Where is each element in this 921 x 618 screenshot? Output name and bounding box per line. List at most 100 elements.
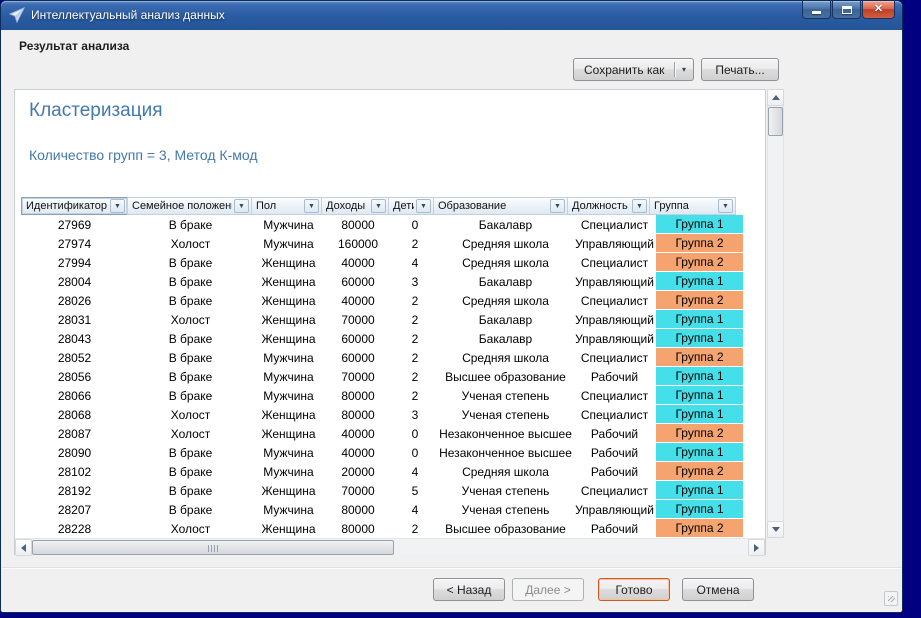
table-cell: В браке <box>128 272 253 291</box>
table-row[interactable]: 28207В бракеМужчина800004Ученая степеньУ… <box>21 500 743 519</box>
table-cell: 80000 <box>324 500 392 519</box>
table-cell: Мужчина <box>253 386 324 405</box>
table-cell: Женщина <box>253 329 324 348</box>
column-header-6[interactable]: Образование▼ <box>433 197 568 215</box>
table-cell: 40000 <box>324 253 392 272</box>
save-as-label: Сохранить как <box>584 63 664 77</box>
table-row[interactable]: 27974ХолостМужчина1600002Средняя школаУп… <box>21 234 743 253</box>
horizontal-scrollbar[interactable] <box>15 538 765 555</box>
window-controls: ✕ <box>802 1 895 19</box>
table-cell: В браке <box>128 253 253 272</box>
down-arrow-icon <box>772 527 780 532</box>
print-button[interactable]: Печать... <box>701 58 779 81</box>
button-divider <box>674 62 675 77</box>
table-cell: 60000 <box>324 329 392 348</box>
table-cell: 27974 <box>21 234 128 253</box>
column-header-4[interactable]: Доходы▼ <box>321 197 389 215</box>
filter-dropdown-button[interactable]: ▼ <box>550 199 565 213</box>
table-cell: 80000 <box>324 215 392 234</box>
table-cell: Мужчина <box>253 462 324 481</box>
column-header-label: Группа <box>654 200 689 212</box>
table-cell: 70000 <box>324 367 392 386</box>
table-cell: Специалист <box>573 405 656 424</box>
filter-dropdown-button[interactable]: ▼ <box>371 199 386 213</box>
group-cell: Группа 1 <box>656 386 743 405</box>
close-icon: ✕ <box>874 1 883 18</box>
table-row[interactable]: 28087ХолостЖенщина400000Незаконченное вы… <box>21 424 743 443</box>
table-cell: 40000 <box>324 424 392 443</box>
table-cell: Управляющий <box>573 329 656 348</box>
table-cell: Ученая степень <box>438 405 573 424</box>
table-cell: В браке <box>128 329 253 348</box>
column-header-3[interactable]: Пол▼ <box>251 197 322 215</box>
vertical-scroll-thumb[interactable] <box>768 107 783 136</box>
filter-dropdown-button[interactable]: ▼ <box>632 199 647 213</box>
scroll-down-button[interactable] <box>767 521 784 538</box>
save-as-button[interactable]: Сохранить как ▾ <box>573 58 694 81</box>
table-cell: 0 <box>392 443 438 462</box>
filter-dropdown-button[interactable]: ▼ <box>110 199 125 213</box>
table-row[interactable]: 28192В бракеЖенщина700005Ученая степеньС… <box>21 481 743 500</box>
table-cell: Женщина <box>253 519 324 538</box>
cancel-button[interactable]: Отмена <box>682 578 754 601</box>
horizontal-scroll-thumb[interactable] <box>32 540 394 555</box>
filter-dropdown-button[interactable]: ▼ <box>234 199 249 213</box>
table-row[interactable]: 28066В бракеМужчина800002Ученая степеньС… <box>21 386 743 405</box>
close-button[interactable]: ✕ <box>862 1 895 19</box>
resize-grip[interactable] <box>884 591 898 606</box>
table-cell: 4 <box>392 253 438 272</box>
table-cell: 28004 <box>21 272 128 291</box>
group-cell: Группа 1 <box>656 310 743 329</box>
group-cell: Группа 2 <box>656 234 743 253</box>
table-row[interactable]: 28228ХолостЖенщина800002Высшее образован… <box>21 519 743 538</box>
next-button[interactable]: Далее > <box>512 578 584 601</box>
minimize-button[interactable] <box>802 1 831 19</box>
column-header-label: Должность <box>572 200 628 212</box>
results-panel: Кластеризация Количество групп = 3, Мето… <box>14 89 766 555</box>
table-cell: 28043 <box>21 329 128 348</box>
table-cell: 4 <box>392 462 438 481</box>
column-header-7[interactable]: Должность ▼ <box>567 197 650 215</box>
scroll-up-button[interactable] <box>767 89 784 106</box>
table-cell: В браке <box>128 481 253 500</box>
table-row[interactable]: 28052В бракеМужчина600002Средняя школаСп… <box>21 348 743 367</box>
vertical-scrollbar[interactable] <box>767 89 784 538</box>
table-row[interactable]: 28043В бракеЖенщина600002БакалаврУправля… <box>21 329 743 348</box>
table-cell: Ученая степень <box>438 500 573 519</box>
filter-dropdown-button[interactable]: ▼ <box>304 199 319 213</box>
window-title: Интеллектуальный анализ данных <box>31 1 225 30</box>
table-row[interactable]: 28102В бракеМужчина200004Средняя школаРа… <box>21 462 743 481</box>
table-cell: В браке <box>128 386 253 405</box>
table-row[interactable]: 27969В бракеМужчина800000БакалаврСпециал… <box>21 215 743 234</box>
table-row[interactable]: 28031ХолостЖенщина700002БакалаврУправляю… <box>21 310 743 329</box>
titlebar[interactable]: Интеллектуальный анализ данных ✕ <box>1 1 902 30</box>
table-row[interactable]: 28056В бракеМужчина700002Высшее образова… <box>21 367 743 386</box>
column-header-5[interactable]: Дети▼ <box>388 197 434 215</box>
table-cell: 2 <box>392 386 438 405</box>
filter-dropdown-button[interactable]: ▼ <box>416 199 431 213</box>
table-row[interactable]: 28026В бракеЖенщина400002Средняя школаСп… <box>21 291 743 310</box>
table-cell: Женщина <box>253 253 324 272</box>
right-arrow-icon <box>754 544 759 552</box>
table-cell: 0 <box>392 215 438 234</box>
column-header-8[interactable]: Группа ▼ <box>649 197 736 215</box>
table-row[interactable]: 28004В бракеЖенщина600003БакалаврУправля… <box>21 272 743 291</box>
table-cell: Специалист <box>573 386 656 405</box>
table-cell: 28026 <box>21 291 128 310</box>
scroll-right-button[interactable] <box>748 539 765 556</box>
table-cell: Женщина <box>253 405 324 424</box>
table-row[interactable]: 27994В бракеЖенщина400004Средняя школаСп… <box>21 253 743 272</box>
column-header-label: Идентификатор <box>26 200 107 212</box>
column-header-2[interactable]: Семейное положение▼ <box>127 197 252 215</box>
back-button[interactable]: < Назад <box>433 578 505 601</box>
table-row[interactable]: 28090В бракеМужчина400000Незаконченное в… <box>21 443 743 462</box>
column-header-1[interactable]: Идентификатор▼ <box>21 197 128 215</box>
finish-button[interactable]: Готово <box>598 578 670 601</box>
scroll-left-button[interactable] <box>15 539 32 556</box>
table-cell: Рабочий <box>573 462 656 481</box>
table-cell: Женщина <box>253 310 324 329</box>
filter-dropdown-button[interactable]: ▼ <box>718 199 733 213</box>
table-cell: В браке <box>128 215 253 234</box>
table-row[interactable]: 28068ХолостЖенщина800003Ученая степеньСп… <box>21 405 743 424</box>
maximize-button[interactable] <box>832 1 861 19</box>
